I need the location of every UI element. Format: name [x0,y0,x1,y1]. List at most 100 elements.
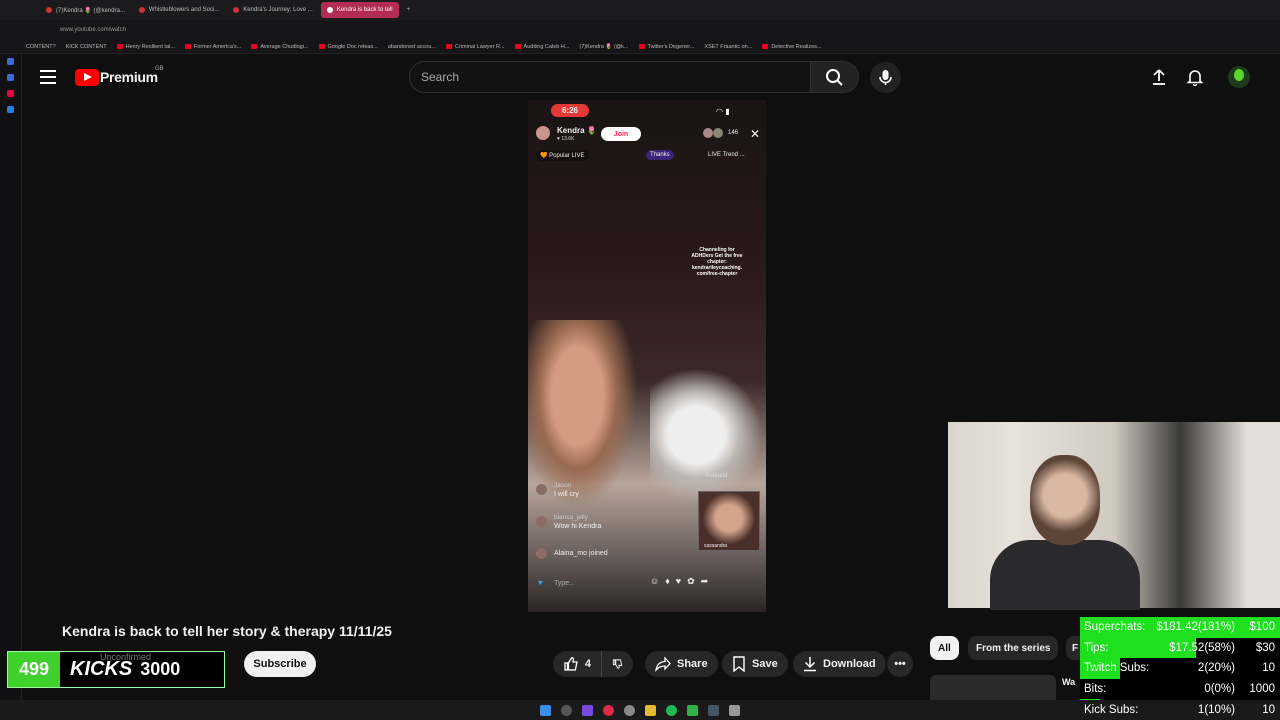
video-flowers-figure [650,370,766,500]
bookmark-label: Detective Realizes... [771,43,822,50]
upload-button[interactable] [1150,68,1168,86]
microphone-icon [879,70,892,85]
bookmark-label: Former America's... [193,43,242,50]
stat-row: Superchats: $181.42(181%) $100 [1080,617,1280,638]
tab-label: (7)Kendra 🌷 (@kendra... [56,7,125,14]
save-button[interactable]: Save [722,651,788,677]
search-input[interactable]: Search [409,61,811,93]
sidebar-app-icon[interactable] [7,58,14,65]
close-icon: ✕ [750,127,761,141]
share-label: Share [677,658,708,670]
browser-tab-active[interactable]: Kendra is back to tell [320,2,399,18]
browser-tab[interactable]: (7)Kendra 🌷 (@kendra... [40,2,131,18]
overlay-promo-text: Channeling for ADHDers Get the free chap… [691,247,743,277]
download-label: Download [823,658,876,670]
sidebar-app-icon[interactable] [7,90,14,97]
share-button[interactable]: Share [645,651,718,677]
phone-clock: 6:26 [551,104,589,117]
browser-app-icon[interactable] [582,704,593,716]
stat-goal: 10 [1262,703,1275,716]
guest-video-tile [698,491,760,551]
steam-app-icon[interactable] [708,704,719,716]
download-button[interactable]: Download [793,651,886,677]
stat-value: $17.52(58%) [1169,641,1235,654]
bookmark-item[interactable]: Google Doc releas... [318,43,378,50]
stat-goal: 1000 [1249,683,1275,696]
host-likes: ♥ 13.6K [557,136,575,142]
windows-start-icon[interactable] [540,704,551,716]
bookmark-favicon-icon [251,44,258,49]
chip-from-the-series[interactable]: From the series [968,636,1059,660]
bell-icon [1186,70,1204,87]
viewer-avatar [703,128,713,138]
bookmark-item[interactable]: Criminal Lawyer R... [446,44,505,50]
stat-value: 1(10%) [1197,703,1235,716]
bookmark-favicon-icon [446,44,453,49]
bookmark-item[interactable]: Twitter's Degener... [638,44,694,50]
bookmark-label: Google Doc releas... [327,43,378,50]
menu-icon[interactable] [40,70,56,84]
upload-icon [1153,69,1165,85]
chip-all[interactable]: All [930,636,959,660]
address-bar[interactable]: www.youtube.com/watch [0,20,1280,40]
bookmark-item[interactable]: KICK CONTENT [66,44,107,50]
notifications-button[interactable] [1186,68,1204,87]
account-avatar[interactable] [1228,66,1250,88]
download-icon [804,657,816,672]
tab-favicon-icon [46,7,52,13]
xbox-app-icon[interactable] [687,704,698,716]
bookmark-label: Average Chudlogi... [260,43,309,50]
new-tab-button[interactable]: + [401,2,417,18]
bookmark-item[interactable]: abandoned accou... [388,44,436,50]
bookmark-label: XSET Fraantic on... [704,43,753,50]
tab-label: Whistleblowers and Soci... [148,7,220,13]
more-actions-button[interactable]: ••• [887,651,913,677]
request-label: Request [705,473,728,479]
join-badge: Join [601,127,641,141]
bookmark-item[interactable]: (7)Kendra 🌷 (@k... [579,44,628,50]
kicks-count: 499 [8,652,60,687]
chrome-app-icon[interactable] [624,704,635,716]
commenter-avatar [536,516,547,527]
premium-logo-text[interactable]: Premium [100,69,158,85]
bookmark-item[interactable]: Former America's... [184,43,242,50]
webcam-person-face [1030,455,1100,545]
folder-app-icon[interactable] [645,704,656,716]
bookmark-label: Auditing Caleb H... [523,43,570,50]
youtube-logo-icon[interactable] [75,69,99,86]
bookmark-favicon-icon [638,44,645,49]
bookmark-icon [733,656,745,672]
browser-sidebar [0,0,22,700]
sidebar-app-icon[interactable] [7,106,14,113]
search-icon[interactable] [561,704,572,716]
subscribe-button[interactable]: Subscribe [244,651,316,677]
app-icon[interactable] [729,704,740,716]
browser-tab[interactable]: Whistleblowers and Soci... [133,2,225,18]
tab-favicon-icon [326,7,333,13]
voice-search-button[interactable] [870,62,901,93]
bookmark-item[interactable]: CONTENT? [26,44,56,50]
bookmark-item[interactable]: Average Chudlogi... [251,43,309,50]
stat-row: Twitch Subs: 2(20%) 10 [1080,658,1280,679]
sidebar-app-icon[interactable] [7,74,14,81]
bookmark-item[interactable]: Auditing Caleb H... [514,43,570,50]
thanks-badge: Thanks [646,150,674,160]
opera-app-icon[interactable] [603,704,614,716]
related-video-title[interactable]: Wa [1062,677,1075,687]
like-button[interactable]: 4 [553,651,601,677]
save-label: Save [752,658,778,670]
bookmark-item[interactable]: XSET Fraantic on... [704,44,752,50]
live-comment: Jason I will cry [554,482,579,500]
stat-row: Bits: 0(0%) 1000 [1080,678,1280,700]
search-button[interactable] [811,61,859,93]
tab-favicon-icon [138,7,145,13]
related-video-thumbnail[interactable] [930,675,1056,700]
spotify-app-icon[interactable] [666,704,677,716]
bookmark-item[interactable]: Detective Realizes... [762,44,821,50]
bookmark-item[interactable]: Henry Resilient tal... [116,44,175,50]
dislike-button[interactable] [601,651,633,677]
browser-tab[interactable]: Kendra's Journey: Love ... [227,2,319,18]
bookmark-favicon-icon [318,44,325,49]
host-name: Kendra 🌷 [557,126,597,135]
video-title: Kendra is back to tell her story & thera… [62,623,392,639]
